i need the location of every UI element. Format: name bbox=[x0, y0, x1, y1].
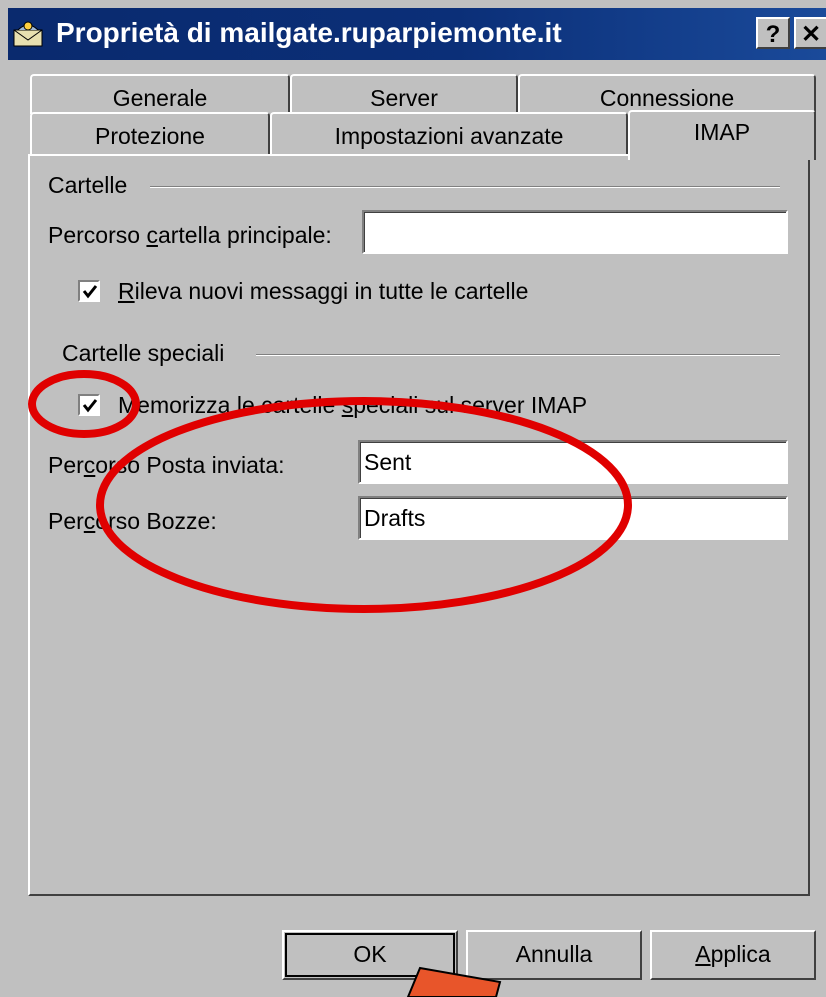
sent-path-label: Percorso Posta inviata: bbox=[48, 452, 285, 478]
title-bar[interactable]: Proprietà di mailgate.ruparpiemonte.it ?… bbox=[8, 8, 826, 60]
check-new-messages-checkbox[interactable] bbox=[78, 280, 100, 302]
ok-label: OK bbox=[353, 941, 387, 967]
root-path-input[interactable] bbox=[362, 210, 788, 254]
store-special-folders-checkbox[interactable] bbox=[78, 394, 100, 416]
drafts-path-label: Percorso Bozze: bbox=[48, 508, 217, 534]
tab-impostazioni-avanzate[interactable]: Impostazioni avanzate bbox=[270, 112, 628, 156]
tab-label: Impostazioni avanzate bbox=[334, 123, 564, 149]
group-divider bbox=[150, 186, 780, 188]
mail-account-icon bbox=[12, 20, 46, 48]
properties-dialog: Proprietà di mailgate.ruparpiemonte.it ?… bbox=[0, 0, 826, 997]
group-divider bbox=[256, 354, 780, 356]
help-button[interactable]: ? bbox=[756, 17, 790, 49]
sent-path-input[interactable] bbox=[358, 440, 788, 484]
apply-button[interactable]: Applica bbox=[650, 930, 816, 980]
cancel-button[interactable]: Annulla bbox=[466, 930, 642, 980]
checkmark-icon bbox=[82, 285, 98, 299]
window-title: Proprietà di mailgate.ruparpiemonte.it bbox=[56, 17, 562, 48]
apply-label: Applica bbox=[695, 941, 771, 967]
tab-server[interactable]: Server bbox=[290, 74, 518, 114]
drafts-path-input[interactable] bbox=[358, 496, 788, 540]
tab-connessione[interactable]: Connessione bbox=[518, 74, 816, 114]
close-icon: ✕ bbox=[800, 21, 822, 48]
ok-button[interactable]: OK bbox=[282, 930, 458, 980]
tab-label: IMAP bbox=[693, 119, 751, 145]
tab-imap[interactable]: IMAP bbox=[628, 110, 816, 160]
tab-protezione[interactable]: Protezione bbox=[30, 112, 270, 156]
check-new-messages-label: Rileva nuovi messaggi in tutte le cartel… bbox=[118, 278, 529, 304]
group-label-cartelle-speciali: Cartelle speciali bbox=[62, 340, 225, 367]
store-special-folders-label: Memorizza le cartelle speciali sul serve… bbox=[118, 392, 588, 418]
checkmark-icon bbox=[82, 399, 98, 413]
group-label-cartelle: Cartelle bbox=[48, 172, 128, 199]
root-path-label: Percorso cartella principale: bbox=[48, 222, 332, 248]
close-button[interactable]: ✕ bbox=[794, 17, 826, 49]
tab-label: Protezione bbox=[95, 123, 205, 149]
tab-generale[interactable]: Generale bbox=[30, 74, 290, 114]
cancel-label: Annulla bbox=[515, 941, 593, 967]
